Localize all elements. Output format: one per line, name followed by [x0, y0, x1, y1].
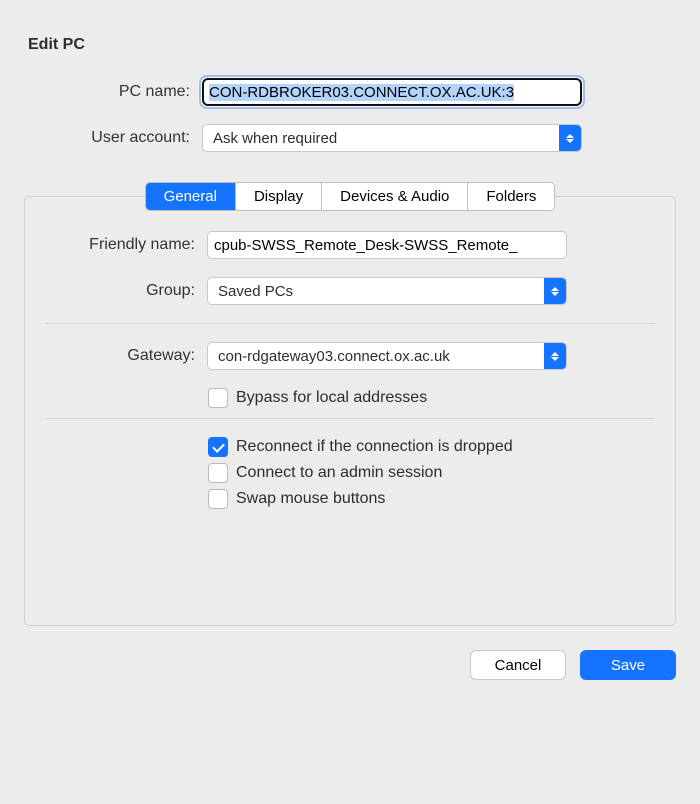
user-account-value: Ask when required [213, 130, 337, 147]
user-account-select[interactable]: Ask when required [202, 124, 582, 152]
admin-label: Connect to an admin session [236, 464, 442, 482]
save-button[interactable]: Save [580, 650, 676, 680]
tab-general[interactable]: General [146, 183, 236, 210]
general-pane: Friendly name: Group: Saved PCs [24, 196, 676, 626]
swap-checkbox[interactable] [208, 489, 228, 509]
bypass-checkbox[interactable] [208, 388, 228, 408]
separator [45, 323, 655, 324]
swap-label: Swap mouse buttons [236, 490, 385, 508]
swap-row[interactable]: Swap mouse buttons [208, 489, 655, 509]
friendly-name-label: Friendly name: [45, 236, 207, 254]
reconnect-checkbox[interactable] [208, 437, 228, 457]
separator [45, 418, 655, 419]
gateway-value: con-rdgateway03.connect.ox.ac.uk [218, 348, 450, 365]
pc-name-input[interactable] [202, 78, 582, 106]
group-row: Group: Saved PCs [45, 277, 655, 305]
group-select[interactable]: Saved PCs [207, 277, 567, 305]
updown-icon [544, 278, 566, 304]
footer: Cancel Save [24, 650, 676, 680]
updown-icon [544, 343, 566, 369]
cancel-button[interactable]: Cancel [470, 650, 566, 680]
window-title: Edit PC [28, 36, 676, 54]
user-account-row: User account: Ask when required [24, 124, 676, 152]
edit-pc-window: Edit PC PC name: User account: Ask when … [0, 0, 700, 804]
pc-name-row: PC name: [24, 78, 676, 106]
gateway-label: Gateway: [45, 347, 207, 365]
admin-checkbox[interactable] [208, 463, 228, 483]
gateway-row: Gateway: con-rdgateway03.connect.ox.ac.u… [45, 342, 655, 370]
reconnect-row[interactable]: Reconnect if the connection is dropped [208, 437, 655, 457]
tab-folders[interactable]: Folders [468, 183, 554, 210]
bypass-label: Bypass for local addresses [236, 389, 427, 407]
group-label: Group: [45, 282, 207, 300]
user-account-label: User account: [24, 129, 202, 147]
gateway-select[interactable]: con-rdgateway03.connect.ox.ac.uk [207, 342, 567, 370]
tab-display[interactable]: Display [236, 183, 322, 210]
bypass-row[interactable]: Bypass for local addresses [208, 388, 655, 408]
reconnect-label: Reconnect if the connection is dropped [236, 438, 513, 456]
tab-devices[interactable]: Devices & Audio [322, 183, 468, 210]
friendly-name-input[interactable] [207, 231, 567, 259]
admin-row[interactable]: Connect to an admin session [208, 463, 655, 483]
updown-icon [559, 125, 581, 151]
tabs: General Display Devices & Audio Folders [24, 182, 676, 211]
pc-name-label: PC name: [24, 83, 202, 101]
group-value: Saved PCs [218, 283, 293, 300]
friendly-name-row: Friendly name: [45, 231, 655, 259]
